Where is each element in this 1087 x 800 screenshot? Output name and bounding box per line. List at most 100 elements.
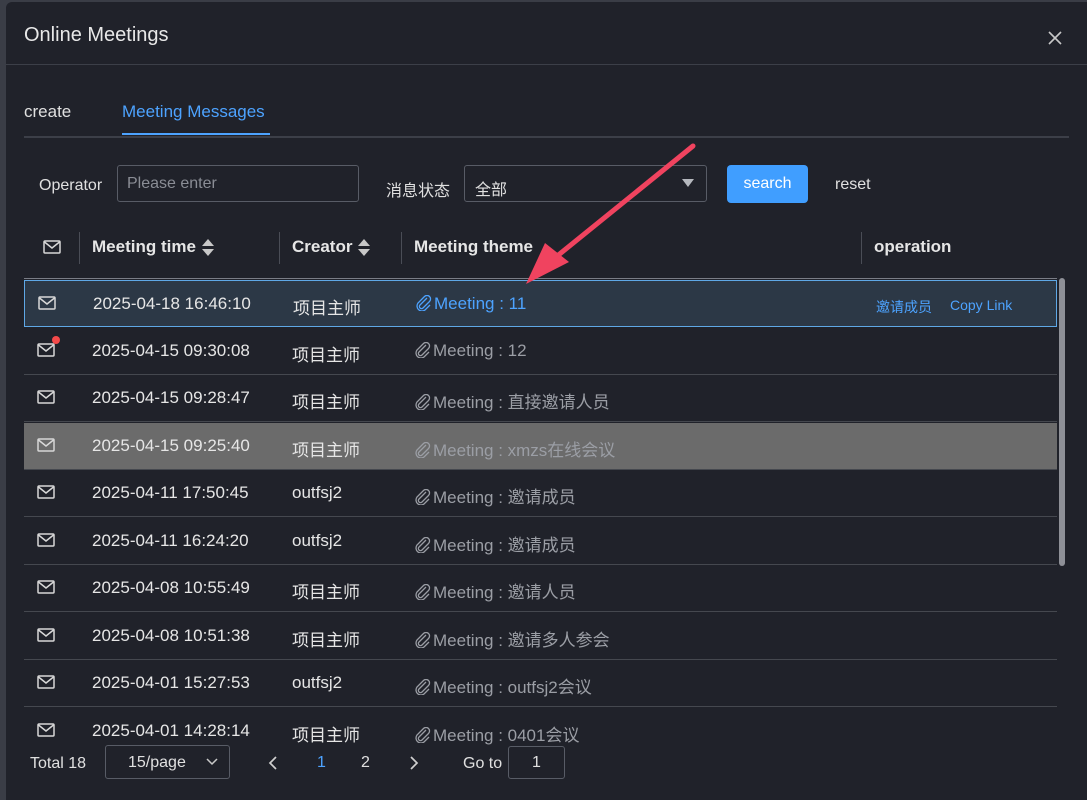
mail-icon [37,675,55,689]
table-row[interactable]: 2025-04-15 09:28:47 项目主师 Meeting : 直接邀请人员 [24,375,1057,422]
cell-meeting-theme[interactable]: Meeting : 邀请多人参会 [414,626,610,651]
tab-bar: create Meeting Messages [24,100,1069,138]
cell-meeting-theme[interactable]: Meeting : 12 [414,341,527,361]
cell-meeting-time: 2025-04-01 14:28:14 [92,720,250,740]
unread-dot [52,335,60,344]
cell-meeting-time: 2025-04-01 15:27:53 [92,673,250,692]
status-select-value: 全部 [475,182,508,199]
column-meeting-time[interactable]: Meeting time [92,236,214,264]
cell-meeting-time: 2025-04-11 16:24:20 [92,530,249,550]
table-scrollbar[interactable] [1059,278,1065,566]
table-row[interactable]: 2025-04-08 10:55:49 项目主师 Meeting : 邀请人员 [24,565,1057,612]
operator-label: Operator [39,177,103,194]
dialog-header: Online Meetings [6,2,1087,65]
mail-icon [37,580,55,594]
meeting-theme-text: Meeting : 0401会议 [433,725,580,745]
meeting-theme-text: Meeting : xmzs在线会议 [433,440,616,460]
table-row[interactable]: 2025-04-08 10:51:38 项目主师 Meeting : 邀请多人参会 [24,613,1057,660]
table-row[interactable]: 2025-04-18 16:46:10 项目主师 Meeting : 11 邀请成员 C… [24,280,1057,327]
cell-meeting-theme[interactable]: Meeting : xmzs在线会议 [414,436,615,461]
column-meeting-time-label: Meeting time [92,237,196,256]
column-operation: operation [874,237,952,256]
paperclip-icon [415,441,431,458]
paperclip-icon [415,394,431,410]
meeting-theme-text: Meeting : 邀请人员 [433,583,576,602]
cell-creator: 项目主师 [292,583,360,602]
column-divider [401,232,402,264]
page-size-select[interactable]: 15/page [105,745,230,779]
cell-creator: outfsj2 [292,483,343,502]
cell-meeting-time: 2025-04-08 10:55:49 [92,578,250,597]
meeting-messages-table: Meeting time Creator Meeting theme opera… [24,230,1057,746]
paperclip-icon [415,536,431,553]
meeting-theme-text: Meeting : 12 [433,340,527,360]
cell-meeting-theme[interactable]: Meeting : 邀请人员 [414,578,576,603]
cell-creator: 项目主师 [293,299,361,318]
cell-meeting-theme[interactable]: Meeting : 邀请成员 [414,483,576,508]
table-row[interactable]: 2025-04-11 16:24:20 outfsj2 Meeting : 邀请成员 [24,518,1057,565]
meeting-theme-text: Meeting : 邀请成员 [433,535,576,555]
cell-meeting-theme[interactable]: Meeting : 11 [415,294,526,314]
sort-icon[interactable] [201,238,214,258]
cell-creator: 项目主师 [292,345,360,365]
paperclip-icon [415,584,431,600]
cell-creator: 项目主师 [292,725,360,745]
status-label: 消息状态 [386,183,451,200]
meeting-theme-text: Meeting : 11 [434,294,527,313]
column-divider [279,232,280,264]
reset-button[interactable]: reset [835,176,871,194]
page-1[interactable]: 1 [317,754,326,772]
page-size-value: 15/page [128,754,186,771]
cell-meeting-time: 2025-04-15 09:25:40 [92,435,250,455]
chevron-down-icon [206,758,218,766]
cell-creator: 项目主师 [292,440,360,460]
search-button[interactable]: search [727,165,808,203]
pagination: Total 18 15/page 1 2 Go to [30,745,590,781]
tab-create[interactable]: create [24,102,71,122]
mail-icon [37,627,55,642]
cell-creator: outfsj2 [292,530,343,550]
meeting-theme-text: Meeting : 邀请多人参会 [433,630,610,650]
status-select[interactable]: 全部 [464,165,707,202]
mail-icon [37,722,55,737]
cell-creator: outfsj2 [292,673,343,692]
paperclip-icon [415,489,431,505]
table-row[interactable]: 2025-04-15 09:25:40 项目主师 Meeting : xmzs在线会… [24,422,1057,470]
goto-label: Go to [463,755,503,772]
close-icon[interactable] [1047,30,1067,50]
mail-icon [38,296,56,310]
cell-creator: 项目主师 [292,630,360,650]
next-page-icon[interactable] [407,754,421,772]
page-2[interactable]: 2 [361,754,370,772]
cell-meeting-time: 2025-04-15 09:28:47 [92,388,250,407]
tab-meeting-messages[interactable]: Meeting Messages [122,102,265,122]
column-creator-label: Creator [292,237,353,256]
operator-input[interactable] [117,165,359,202]
column-meeting-theme: Meeting theme [414,237,534,256]
meeting-theme-text: Meeting : 直接邀请人员 [433,393,610,412]
cell-meeting-theme[interactable]: Meeting : 直接邀请人员 [414,388,610,413]
cell-creator: 项目主师 [292,393,360,412]
invite-members-link[interactable]: 邀请成员 [876,297,932,317]
cell-meeting-theme[interactable]: Meeting : 邀请成员 [414,531,576,556]
total-count: Total 18 [30,755,87,772]
cell-meeting-time: 2025-04-18 16:46:10 [93,294,251,313]
prev-page-icon[interactable] [266,754,280,772]
table-row[interactable]: 2025-04-01 14:28:14 项目主师 Meeting : 0401会议 [24,708,1057,747]
mail-icon [37,390,55,404]
cell-meeting-theme[interactable]: Meeting : 0401会议 [414,721,579,746]
copy-link-link[interactable]: Copy Link [950,297,1012,313]
paperclip-icon [415,631,431,648]
mail-icon [37,342,55,357]
column-divider [79,232,80,264]
cell-meeting-theme[interactable]: Meeting : outfsj2会议 [414,673,592,698]
cell-meeting-time: 2025-04-08 10:51:38 [92,625,250,645]
mail-icon [37,437,55,452]
table-row[interactable]: 2025-04-15 09:30:08 项目主师 Meeting : 12 [24,328,1057,375]
column-creator[interactable]: Creator [292,236,371,264]
sort-icon[interactable] [358,238,371,258]
meeting-theme-text: Meeting : 邀请成员 [433,488,576,507]
table-row[interactable]: 2025-04-11 17:50:45 outfsj2 Meeting : 邀请成员 [24,470,1057,517]
goto-page-input[interactable] [508,746,565,779]
table-row[interactable]: 2025-04-01 15:27:53 outfsj2 Meeting : outf… [24,660,1057,707]
